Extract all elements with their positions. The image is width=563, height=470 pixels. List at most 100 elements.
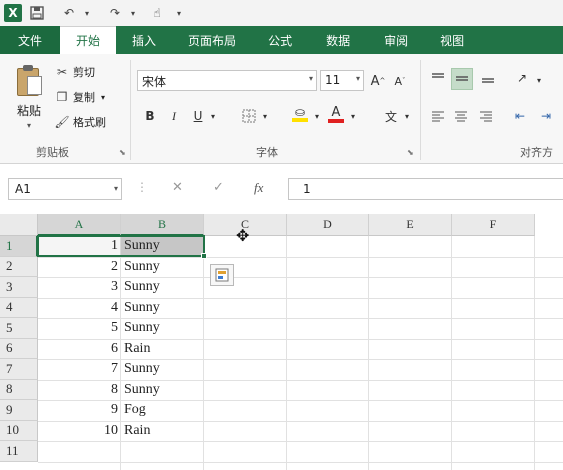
cell-a5[interactable]: 5 bbox=[38, 318, 121, 339]
cell-a8[interactable]: 8 bbox=[38, 380, 121, 401]
top-align-button[interactable] bbox=[428, 68, 448, 88]
cell-b6[interactable]: Rain bbox=[121, 339, 204, 360]
borders-dropdown-icon[interactable]: ▾ bbox=[259, 106, 271, 126]
copy-dropdown-icon[interactable]: ▾ bbox=[101, 93, 105, 102]
worksheet-grid[interactable]: ABCDEF 1 2 3 4 5 6 7 8 9 10 11 1 Sunny 2 Sunny 3 Sunny 4… bbox=[0, 214, 563, 470]
enter-button[interactable]: ✓ bbox=[213, 180, 224, 195]
font-family-select[interactable]: 宋体 ▾ bbox=[137, 70, 317, 91]
underline-button[interactable]: U bbox=[189, 106, 207, 126]
formula-input[interactable]: 1 bbox=[288, 178, 563, 200]
redo-icon[interactable]: ↷ bbox=[106, 4, 124, 22]
align-right-button[interactable] bbox=[476, 106, 496, 126]
formula-bar-splitter[interactable]: ⋮ bbox=[136, 180, 148, 194]
font-color-dropdown-icon[interactable]: ▾ bbox=[347, 106, 359, 126]
tab-data[interactable]: 数据 bbox=[308, 26, 368, 54]
underline-dropdown-icon[interactable]: ▾ bbox=[207, 106, 219, 126]
row-header-3[interactable]: 3 bbox=[0, 277, 38, 298]
orientation-button[interactable]: ↗ bbox=[512, 68, 532, 88]
cell-a4[interactable]: 4 bbox=[38, 298, 121, 319]
decrease-font-button[interactable]: Aˇ bbox=[391, 71, 409, 91]
bottom-align-button[interactable] bbox=[478, 68, 498, 88]
column-header-d[interactable]: D bbox=[287, 214, 369, 236]
font-color-button[interactable]: A bbox=[326, 104, 346, 124]
tab-view[interactable]: 视图 bbox=[424, 26, 480, 54]
copy-icon: ❐ bbox=[56, 90, 68, 104]
format-painter-button[interactable]: 🖌 格式刷 bbox=[54, 112, 106, 132]
cut-button[interactable]: ✂ 剪切 bbox=[54, 62, 95, 82]
font-group-label: 字体 bbox=[256, 146, 278, 159]
font-launcher-icon[interactable]: ⬊ bbox=[407, 148, 414, 157]
decrease-indent-button[interactable]: ⇤ bbox=[510, 106, 530, 126]
cell-a7[interactable]: 7 bbox=[38, 359, 121, 380]
phonetic-dropdown-icon[interactable]: ▾ bbox=[401, 106, 413, 126]
tab-home[interactable]: 开始 bbox=[60, 26, 117, 54]
row-header-7[interactable]: 7 bbox=[0, 359, 38, 380]
align-left-button[interactable] bbox=[428, 106, 448, 126]
excel-logo-icon: X bbox=[4, 4, 22, 22]
cell-a6[interactable]: 6 bbox=[38, 339, 121, 360]
increase-indent-button[interactable]: ⇥ bbox=[536, 106, 556, 126]
row-header-2[interactable]: 2 bbox=[0, 256, 38, 277]
undo-icon[interactable]: ↶ bbox=[60, 4, 78, 22]
decrease-font-label: A bbox=[394, 74, 403, 88]
italic-button[interactable]: I bbox=[165, 106, 183, 126]
increase-indent-icon: ⇥ bbox=[540, 109, 552, 123]
tab-insert[interactable]: 插入 bbox=[116, 26, 172, 54]
tab-review[interactable]: 审阅 bbox=[368, 26, 424, 54]
quick-analysis-button[interactable] bbox=[210, 264, 234, 286]
cell-b2[interactable]: Sunny bbox=[121, 257, 204, 278]
cell-b5[interactable]: Sunny bbox=[121, 318, 204, 339]
fill-handle[interactable] bbox=[201, 253, 207, 259]
row-header-6[interactable]: 6 bbox=[0, 338, 38, 359]
cell-a10[interactable]: 10 bbox=[38, 421, 121, 442]
increase-font-button[interactable]: A ^ bbox=[369, 71, 387, 91]
name-box[interactable]: A1 ▾ bbox=[8, 178, 122, 200]
row-header-10[interactable]: 10 bbox=[0, 420, 38, 441]
customize-icon[interactable]: ▾ bbox=[170, 4, 188, 22]
bold-button[interactable]: B bbox=[141, 106, 159, 126]
tab-formulas[interactable]: 公式 bbox=[252, 26, 308, 54]
column-header-e[interactable]: E bbox=[369, 214, 452, 236]
tab-file[interactable]: 文件 bbox=[0, 26, 61, 54]
touch-mode-icon[interactable]: ☝ bbox=[148, 4, 166, 22]
borders-button[interactable] bbox=[239, 106, 259, 126]
select-all-button[interactable] bbox=[0, 214, 38, 236]
clipboard-launcher-icon[interactable]: ⬊ bbox=[119, 148, 126, 157]
fill-color-button[interactable]: ⛀ bbox=[290, 104, 310, 124]
insert-function-button[interactable]: fx bbox=[254, 180, 263, 196]
row-header-9[interactable]: 9 bbox=[0, 400, 38, 421]
middle-align-button[interactable] bbox=[451, 68, 473, 90]
cell-b9[interactable]: Fog bbox=[121, 400, 204, 421]
align-center-button[interactable] bbox=[451, 106, 471, 126]
cell-a2[interactable]: 2 bbox=[38, 257, 121, 278]
cancel-button[interactable]: ✕ bbox=[172, 180, 183, 195]
undo-dropdown-icon[interactable]: ▾ bbox=[78, 4, 96, 22]
row-header-8[interactable]: 8 bbox=[0, 379, 38, 400]
row-header-1[interactable]: 1 bbox=[0, 236, 38, 257]
font-size-select[interactable]: 11 ▾ bbox=[320, 70, 364, 91]
row-header-5[interactable]: 5 bbox=[0, 318, 38, 339]
orientation-dropdown-icon[interactable]: ▾ bbox=[533, 70, 545, 90]
cell-b10[interactable]: Rain bbox=[121, 421, 204, 442]
cell-a3[interactable]: 3 bbox=[38, 277, 121, 298]
paste-button[interactable]: 粘贴 ▾ bbox=[10, 64, 48, 134]
redo-dropdown-icon[interactable]: ▾ bbox=[124, 4, 142, 22]
cell-b8[interactable]: Sunny bbox=[121, 380, 204, 401]
column-header-b[interactable]: B bbox=[121, 214, 204, 236]
row-header-4[interactable]: 4 bbox=[0, 297, 38, 318]
column-header-f[interactable]: F bbox=[452, 214, 535, 236]
borders-icon bbox=[242, 109, 256, 123]
save-icon[interactable] bbox=[28, 4, 46, 22]
paste-dropdown-icon[interactable]: ▾ bbox=[27, 121, 31, 130]
cell-b3[interactable]: Sunny bbox=[121, 277, 204, 298]
font-family-dropdown-icon: ▾ bbox=[308, 74, 313, 83]
cell-b7[interactable]: Sunny bbox=[121, 359, 204, 380]
tab-page-layout[interactable]: 页面布局 bbox=[172, 26, 252, 54]
row-header-11[interactable]: 11 bbox=[0, 441, 38, 462]
phonetic-button[interactable]: 文 bbox=[381, 106, 401, 126]
cell-a9[interactable]: 9 bbox=[38, 400, 121, 421]
cell-b4[interactable]: Sunny bbox=[121, 298, 204, 319]
copy-button[interactable]: ❐ 复制 ▾ bbox=[54, 87, 105, 107]
column-header-a[interactable]: A bbox=[38, 214, 121, 236]
fill-color-dropdown-icon[interactable]: ▾ bbox=[311, 106, 323, 126]
